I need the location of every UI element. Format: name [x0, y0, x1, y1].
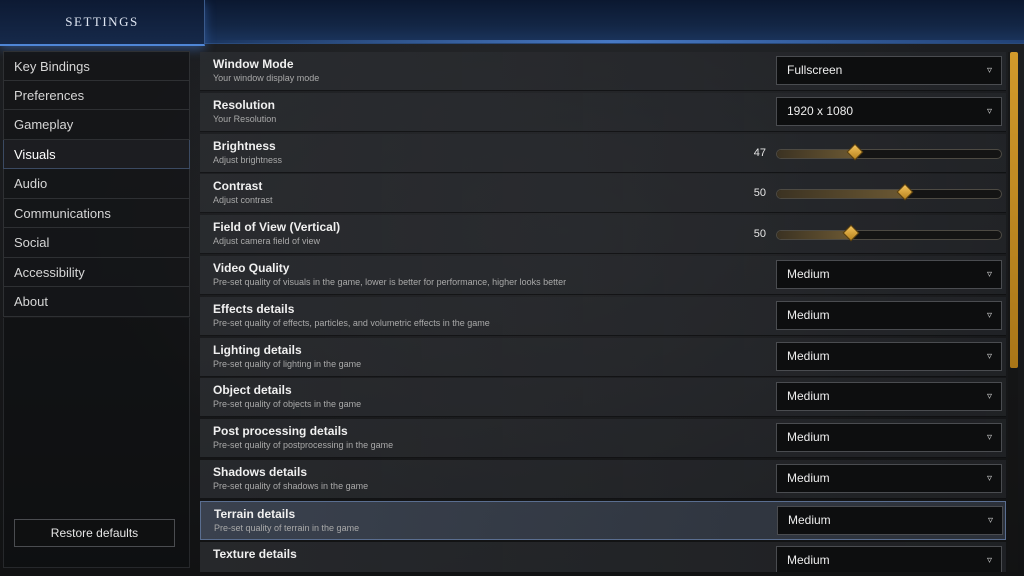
setting-label: Window Mode: [213, 57, 294, 71]
object-details-dropdown[interactable]: Medium ▿: [776, 382, 1002, 412]
dropdown-value: Fullscreen: [787, 63, 843, 77]
setting-description: Pre-set quality of lighting in the game: [213, 358, 362, 369]
slider-fill: [777, 149, 856, 158]
setting-row-contrast: Contrast Adjust contrast 50: [200, 174, 1006, 214]
shadows-details-dropdown[interactable]: Medium ▿: [776, 463, 1002, 493]
setting-row-texture-details: Texture details Medium ▿: [200, 541, 1006, 572]
setting-row-shadows-details: Shadows details Pre-set quality of shadow…: [200, 459, 1006, 499]
setting-label: Shadows details: [213, 464, 308, 479]
setting-label: Brightness: [213, 138, 276, 153]
brightness-slider[interactable]: [776, 143, 1002, 161]
sidebar-item-about[interactable]: About: [3, 287, 190, 317]
setting-row-brightness: Brightness Adjust brightness 47: [200, 133, 1006, 173]
dropdown-value: Medium: [787, 307, 830, 322]
chevron-down-icon: ▿: [986, 391, 992, 403]
setting-label: Texture details: [213, 546, 297, 561]
setting-description: Pre-set quality of postprocessing in the…: [213, 440, 394, 451]
terrain-details-dropdown[interactable]: Medium ▿: [777, 505, 1003, 535]
effects-details-dropdown[interactable]: Medium ▿: [776, 300, 1002, 330]
dropdown-value: Medium: [787, 470, 830, 485]
setting-label: Lighting details: [213, 342, 302, 357]
restore-defaults-button[interactable]: Restore defaults: [14, 519, 175, 547]
setting-row-object-details: Object details Pre-set quality of objects…: [200, 378, 1006, 418]
header-glow: [200, 40, 1024, 43]
setting-label: Post processing details: [213, 424, 348, 439]
setting-label: Resolution: [213, 97, 275, 112]
settings-title-tab: SETTINGS: [0, 0, 205, 46]
video-quality-dropdown[interactable]: Medium ▿: [776, 259, 1002, 289]
dropdown-value: Medium: [787, 552, 830, 567]
dropdown-value: Medium: [787, 348, 830, 363]
sidebar-item-communications[interactable]: Communications: [3, 198, 190, 228]
slider-value: 50: [753, 187, 766, 200]
dropdown-value: Medium: [787, 389, 830, 404]
setting-row-lighting-details: Lighting details Pre-set quality of light…: [200, 337, 1006, 377]
chevron-down-icon: ▿: [986, 472, 992, 484]
setting-row-window-mode: Window Mode Your window display mode Fulls…: [200, 52, 1006, 91]
slider-fill: [777, 190, 905, 199]
setting-row-post-processing-details: Post processing details Pre-set quality o…: [200, 419, 1006, 459]
setting-row-terrain-details: Terrain details Pre-set quality of terrai…: [200, 500, 1006, 540]
dropdown-value: Medium: [787, 266, 830, 281]
slider-handle[interactable]: [896, 183, 914, 201]
chevron-down-icon: ▿: [986, 432, 992, 444]
page-title: SETTINGS: [65, 14, 139, 29]
lighting-details-dropdown[interactable]: Medium ▿: [776, 341, 1002, 371]
dropdown-value: Medium: [788, 512, 831, 527]
setting-description: Adjust contrast: [213, 195, 273, 206]
sidebar-nav: Key Bindings Preferences Gameplay Visuals Au…: [3, 51, 190, 317]
setting-label: Field of View (Vertical): [213, 220, 341, 235]
field-of-view-vertical-slider[interactable]: [776, 224, 1002, 242]
slider-value: 50: [753, 228, 766, 241]
sidebar-item-preferences[interactable]: Preferences: [3, 80, 190, 110]
setting-description: Pre-set quality of objects in the game: [213, 399, 362, 410]
setting-label: Terrain details: [214, 506, 296, 521]
setting-description: Adjust camera field of view: [213, 236, 321, 247]
sidebar-item-social[interactable]: Social: [3, 228, 190, 258]
slider-handle[interactable]: [842, 224, 860, 242]
setting-row-effects-details: Effects details Pre-set quality of effect…: [200, 296, 1006, 336]
chevron-down-icon: ▿: [987, 514, 993, 526]
sidebar-item-gameplay[interactable]: Gameplay: [3, 110, 190, 140]
sidebar-item-visuals[interactable]: Visuals: [3, 139, 190, 169]
texture-details-dropdown[interactable]: Medium ▿: [776, 545, 1002, 572]
setting-label: Contrast: [213, 179, 263, 194]
window-mode-dropdown[interactable]: Fullscreen ▿: [776, 56, 1002, 85]
dropdown-value: 1920 x 1080: [787, 103, 854, 118]
setting-row-field-of-view-vertical: Field of View (Vertical) Adjust camera fi…: [200, 215, 1006, 255]
setting-description: Pre-set quality of terrain in the game: [214, 522, 360, 533]
setting-description: Pre-set quality of shadows in the game: [213, 480, 369, 491]
chevron-down-icon: ▿: [986, 554, 992, 566]
resolution-dropdown[interactable]: 1920 x 1080 ▿: [776, 96, 1002, 126]
chevron-down-icon: ▿: [986, 309, 992, 321]
chevron-down-icon: ▿: [986, 65, 992, 76]
setting-label: Effects details: [213, 301, 295, 316]
setting-description: Your Resolution: [213, 113, 277, 124]
sidebar-item-accessibility[interactable]: Accessibility: [3, 257, 190, 287]
chevron-down-icon: ▿: [986, 268, 992, 280]
setting-description: Pre-set quality of visuals in the game, …: [213, 276, 567, 287]
setting-row-resolution: Resolution Your Resolution 1920 x 1080 ▿: [200, 92, 1006, 132]
chevron-down-icon: ▿: [986, 350, 992, 362]
post-processing-details-dropdown[interactable]: Medium ▿: [776, 423, 1002, 453]
scrollbar-thumb[interactable]: [1010, 52, 1018, 368]
sidebar-item-key-bindings[interactable]: Key Bindings: [3, 51, 190, 81]
slider-value: 47: [753, 146, 766, 159]
sidebar-item-audio[interactable]: Audio: [3, 169, 190, 199]
settings-list: Window Mode Your window display mode Fulls…: [200, 52, 1006, 572]
slider-fill: [777, 231, 851, 240]
setting-label: Video Quality: [213, 260, 290, 275]
chevron-down-icon: ▿: [986, 105, 992, 117]
contrast-slider[interactable]: [776, 183, 1002, 201]
setting-description: Your window display mode: [213, 73, 320, 83]
setting-row-video-quality: Video Quality Pre-set quality of visuals …: [200, 255, 1006, 295]
dropdown-value: Medium: [787, 430, 830, 445]
setting-description: Pre-set quality of effects, particles, a…: [213, 317, 490, 328]
setting-label: Object details: [213, 383, 292, 398]
setting-description: Adjust brightness: [213, 154, 283, 165]
